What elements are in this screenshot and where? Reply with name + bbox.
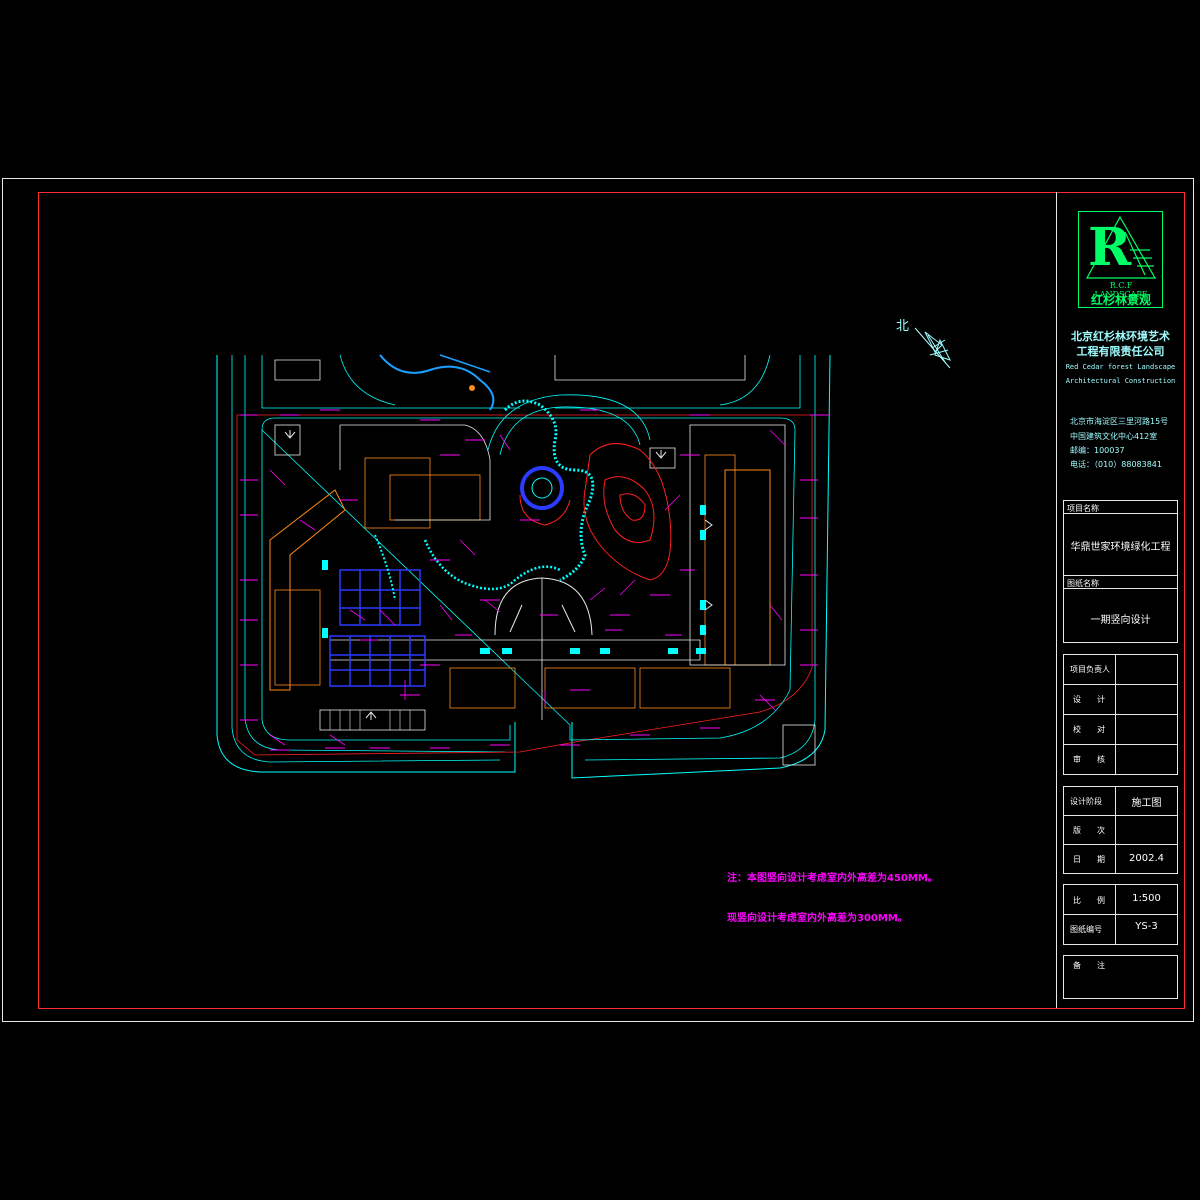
north-label: 北 — [896, 319, 910, 334]
note-2: 现竖向设计考虑室内外高差为300MM。 — [727, 913, 908, 924]
company-name-line1: 北京红杉林环境艺术 — [1071, 330, 1170, 343]
small-block-top — [274, 424, 301, 456]
site-plan-drawing — [2, 178, 1194, 1022]
site-plan — [216, 354, 831, 779]
project-name: 华鼎世家环境绿化工程 — [1070, 542, 1171, 553]
elevation-marks — [240, 409, 830, 751]
building-bottom-1 — [449, 667, 516, 709]
note-1: 注：本图竖向设计考虑室内外高差为450MM。 — [727, 873, 938, 884]
pebble-path-2 — [423, 539, 561, 591]
company-english-line2: Architectural Construction — [1065, 377, 1176, 385]
date-value: 2002.4 — [1129, 853, 1164, 864]
project-name-label: 项目名称 — [1067, 504, 1099, 513]
logo-chinese: 红杉林景观 — [1090, 293, 1151, 307]
top-building-left — [274, 359, 321, 381]
road-edge-left — [231, 355, 501, 763]
pond-orange-dot — [469, 385, 475, 391]
red-boundary — [236, 414, 813, 756]
company-phone: 电话：（010）88083841 — [1070, 460, 1162, 469]
outer-frame — [2, 178, 1194, 1022]
entrance-arrows — [284, 430, 713, 720]
review-label: 审 核 — [1073, 755, 1105, 764]
building-right — [724, 469, 771, 666]
phase-value: 施工图 — [1131, 798, 1162, 809]
blue-paving — [329, 569, 426, 687]
scale-label: 比 例 — [1073, 896, 1105, 905]
building-right-2 — [704, 454, 736, 666]
top-building-right — [554, 355, 746, 381]
project-lead-label: 项目负责人 — [1070, 665, 1110, 674]
company-building: 中国建筑文化中心412室 — [1070, 432, 1158, 441]
remark-label: 备 注 — [1073, 961, 1105, 970]
courtyard-bottom-edge — [330, 639, 701, 661]
version-label: 版 次 — [1073, 826, 1105, 835]
design-label: 设 计 — [1073, 695, 1105, 704]
phase-label: 设计阶段 — [1070, 797, 1102, 806]
bottom-right-block — [782, 724, 816, 766]
date-label: 日 期 — [1073, 855, 1105, 864]
building-top-middle-2 — [389, 474, 481, 521]
drawing-name: 一期竖向设计 — [1090, 615, 1151, 626]
inner-frame — [38, 192, 1185, 1009]
building-bottom-3 — [639, 667, 731, 709]
logo-letter: R — [1088, 217, 1132, 278]
contour-1 — [583, 443, 672, 581]
company-english-line1: Red Cedar forest Landscape — [1065, 363, 1176, 371]
stairs-bottom — [319, 709, 426, 731]
pebble-path — [503, 399, 595, 582]
semicircle-plaza — [494, 577, 593, 636]
building-left-block — [274, 589, 321, 686]
round-plaza-outer — [520, 466, 564, 510]
drawing-name-label: 图纸名称 — [1067, 579, 1099, 588]
check-label: 校 对 — [1073, 725, 1105, 734]
company-name-line2: 工程有限责任公司 — [1076, 345, 1165, 358]
semicircle-plaza-inner — [509, 604, 576, 633]
courtyard-edge — [339, 424, 491, 521]
building-bottom-2 — [544, 667, 636, 709]
drawing-no-value: YS-3 — [1135, 921, 1158, 932]
building-top-middle — [364, 457, 431, 529]
drawing-no-label: 图纸编号 — [1070, 925, 1102, 934]
stream — [379, 354, 495, 411]
road-edge-right — [584, 355, 816, 761]
company-address: 北京市海淀区三里河路15号 — [1070, 417, 1169, 426]
contour-3 — [619, 493, 646, 521]
north-arrow-icon — [914, 327, 951, 369]
inner-road — [261, 417, 796, 741]
contour-2 — [603, 476, 655, 543]
scale-value: 1:500 — [1132, 893, 1161, 904]
arc-road-inner — [499, 406, 641, 456]
company-postcode: 邮编：100037 — [1070, 446, 1125, 455]
site-boundary — [216, 354, 831, 779]
round-plaza-inner — [531, 477, 553, 499]
